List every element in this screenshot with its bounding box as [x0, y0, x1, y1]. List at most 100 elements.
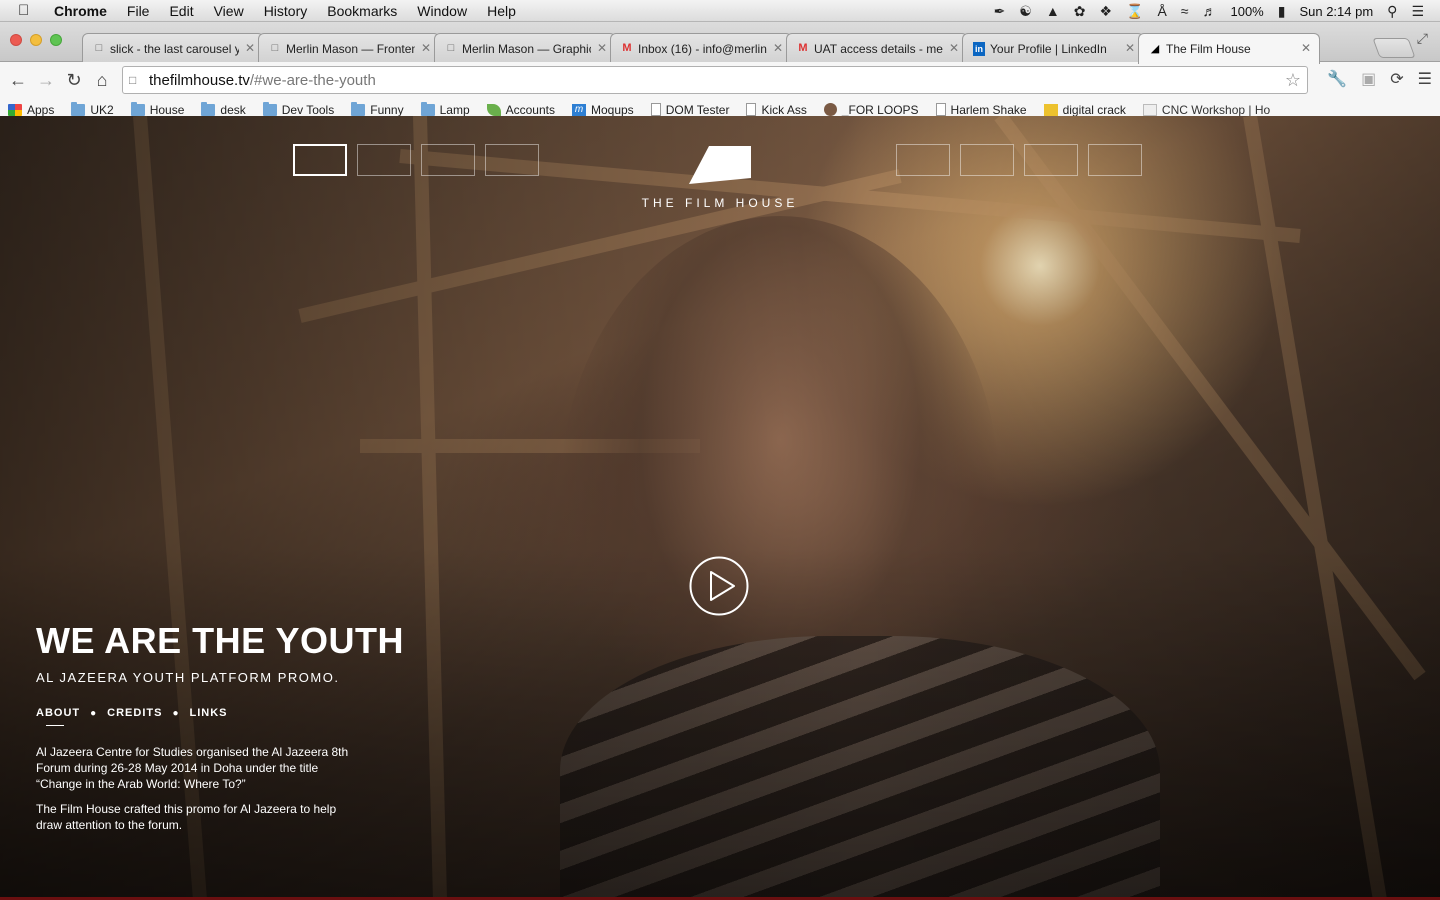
spotlight-search-icon[interactable]: ⚲: [1387, 3, 1397, 20]
slide-thumb-1[interactable]: [293, 144, 347, 176]
menu-app-chrome[interactable]: Chrome: [54, 3, 107, 19]
wrench-icon[interactable]: 🔧: [1327, 69, 1347, 89]
forward-arrow-icon[interactable]: →: [32, 70, 60, 91]
menu-view[interactable]: View: [214, 3, 244, 19]
browser-toolbar: ← → ↻ ⌂ □ thefilmhouse.tv/#we-are-the-yo…: [0, 62, 1440, 98]
wifi-icon[interactable]: ≈: [1181, 3, 1189, 19]
tab-uat-access[interactable]: M UAT access details - mer ✕: [786, 33, 968, 63]
tab-close-icon[interactable]: ✕: [1301, 41, 1311, 55]
tab-linkedin[interactable]: in Your Profile | LinkedIn ✕: [962, 33, 1144, 63]
bookmark-funny[interactable]: Funny: [351, 101, 404, 117]
tab-close-icon[interactable]: ✕: [597, 41, 607, 55]
bookmark-kick-ass[interactable]: Kick Ass: [746, 102, 807, 117]
new-tab-button[interactable]: [1372, 38, 1416, 58]
slide-thumb-8[interactable]: [1088, 144, 1142, 176]
bookmark-digital-crack[interactable]: digital crack: [1043, 103, 1126, 117]
bookmark-label: desk: [220, 102, 246, 117]
creative-cloud-icon[interactable]: ☯: [1019, 3, 1032, 20]
bookmark-uk2[interactable]: UK2: [71, 101, 114, 117]
logo-text: THE FILM HOUSE: [641, 196, 799, 210]
back-arrow-icon[interactable]: ←: [4, 70, 32, 91]
tab-title: Merlin Mason — Graphic: [462, 41, 591, 56]
play-button-icon[interactable]: [689, 556, 749, 616]
bookmark-accounts[interactable]: Accounts: [486, 102, 555, 117]
paw-icon[interactable]: ✿: [1074, 3, 1086, 20]
tab-close-icon[interactable]: ✕: [773, 41, 783, 55]
slide-thumbnails-right: [896, 144, 1142, 176]
window-minimize-button[interactable]: [30, 34, 42, 46]
bookmark-dom-tester[interactable]: DOM Tester: [650, 103, 729, 117]
bookmark-star-icon[interactable]: ☆: [1285, 70, 1301, 91]
bookmark-lamp[interactable]: Lamp: [420, 101, 470, 117]
about-link[interactable]: ABOUT: [36, 707, 80, 719]
tab-close-icon[interactable]: ✕: [245, 41, 255, 55]
page-icon: [935, 103, 946, 116]
tab-close-icon[interactable]: ✕: [949, 41, 959, 55]
apple-menu-icon[interactable]: : [18, 2, 38, 19]
tab-gmail-inbox[interactable]: M Inbox (16) - info@merlin ✕: [610, 33, 792, 63]
folder-icon: [130, 101, 145, 116]
hat-icon[interactable]: ▲: [1046, 3, 1060, 19]
fullscreen-icon[interactable]: ⤢: [1417, 30, 1428, 47]
bookmark-desk[interactable]: desk: [201, 101, 246, 117]
bookmark-harlem-shake[interactable]: Harlem Shake: [935, 103, 1027, 117]
hourglass-icon[interactable]: ⌛: [1126, 3, 1143, 20]
battery-icon[interactable]: ▮: [1278, 3, 1286, 20]
url-path: /#we-are-the-youth: [249, 71, 376, 89]
bookmark-house[interactable]: House: [130, 101, 184, 117]
menu-file[interactable]: File: [127, 3, 150, 19]
bookmark-cnc-workshop[interactable]: CNC Workshop | Ho: [1142, 103, 1270, 117]
menu-edit[interactable]: Edit: [169, 3, 193, 19]
slide-thumb-7[interactable]: [1024, 144, 1078, 176]
bluetooth-icon[interactable]: Å: [1157, 3, 1166, 19]
bookmark-apps[interactable]: Apps: [8, 103, 54, 117]
address-bar[interactable]: □ thefilmhouse.tv/#we-are-the-youth ☆: [122, 66, 1308, 94]
window-close-button[interactable]: [10, 34, 22, 46]
bookmark-moqups[interactable]: m Moqups: [571, 103, 634, 117]
tab-close-icon[interactable]: ✕: [421, 41, 431, 55]
tab-title: Inbox (16) - info@merlin: [638, 41, 767, 56]
menu-window[interactable]: Window: [417, 3, 467, 19]
macos-menubar:  Chrome File Edit View History Bookmark…: [0, 0, 1440, 22]
bookmark-label: Kick Ass: [761, 102, 807, 117]
apps-grid-icon: [8, 103, 22, 116]
filmhouse-icon: ◢: [1150, 43, 1160, 55]
links-link[interactable]: LINKS: [189, 707, 227, 719]
battery-percentage[interactable]: 100%: [1230, 4, 1263, 19]
tab-merlin-frontend[interactable]: □ Merlin Mason — Fronten ✕: [258, 33, 440, 63]
menu-bookmarks[interactable]: Bookmarks: [327, 3, 397, 19]
description-paragraph: Al Jazeera Centre for Studies organised …: [36, 745, 349, 791]
tab-the-film-house[interactable]: ◢ The Film House ✕: [1138, 33, 1320, 64]
slide-thumb-4[interactable]: [485, 144, 539, 176]
pen-tool-icon[interactable]: ✒: [994, 3, 1006, 20]
bookmark-for-loops[interactable]: _FOR LOOPS: [823, 102, 919, 117]
page-icon: □: [447, 41, 455, 54]
menu-history[interactable]: History: [264, 3, 308, 19]
window-zoom-button[interactable]: [50, 34, 62, 46]
tab-merlin-graphic[interactable]: □ Merlin Mason — Graphic ✕: [434, 33, 616, 63]
menu-help[interactable]: Help: [487, 3, 516, 19]
tab-slick[interactable]: □ slick - the last carousel y ✕: [82, 33, 264, 63]
home-icon[interactable]: ⌂: [88, 70, 116, 91]
film-house-logo[interactable]: THE FILM HOUSE: [620, 144, 820, 210]
bookmark-dev-tools[interactable]: Dev Tools: [262, 101, 334, 117]
credits-link[interactable]: CREDITS: [107, 707, 162, 719]
tab-close-icon[interactable]: ✕: [1125, 41, 1135, 55]
chrome-menu-icon[interactable]: ☰: [1418, 69, 1432, 89]
bookmark-label: _FOR LOOPS: [841, 102, 919, 117]
slide-thumb-6[interactable]: [960, 144, 1014, 176]
menubar-clock[interactable]: Sun 2:14 pm: [1299, 4, 1373, 19]
browser-window: □ slick - the last carousel y ✕ □ Merlin…: [0, 22, 1440, 900]
refresh-extension-icon[interactable]: ⟳: [1390, 69, 1403, 89]
slide-thumb-2[interactable]: [357, 144, 411, 176]
linkedin-extension-icon[interactable]: ▣: [1361, 69, 1376, 89]
notification-center-icon[interactable]: ☰: [1411, 3, 1424, 20]
slide-thumb-5[interactable]: [896, 144, 950, 176]
slide-thumb-3[interactable]: [421, 144, 475, 176]
bookmark-label: Apps: [27, 102, 55, 117]
reload-icon[interactable]: ↻: [60, 70, 88, 91]
dropbox-icon[interactable]: ❖: [1099, 3, 1112, 20]
page-icon: □: [271, 41, 279, 54]
volume-icon[interactable]: ♬: [1202, 3, 1216, 19]
bookmark-label: Accounts: [505, 102, 555, 117]
